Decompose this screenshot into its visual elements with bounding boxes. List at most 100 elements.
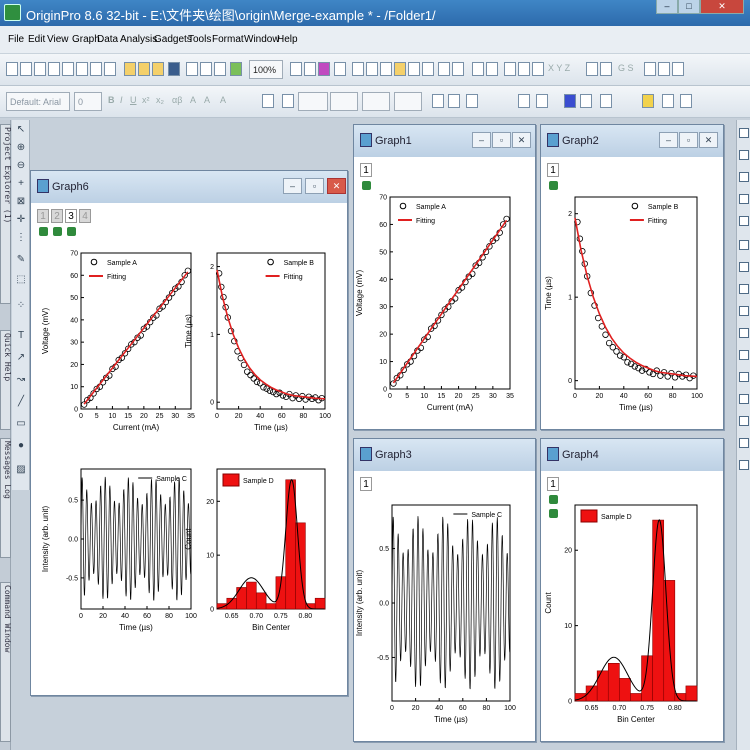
- open-template-icon[interactable]: [138, 62, 150, 76]
- code-builder-icon[interactable]: [334, 62, 346, 76]
- sum-icon[interactable]: [438, 62, 450, 76]
- quick-help-tab[interactable]: Quick Help: [0, 330, 12, 430]
- zoom-icon[interactable]: [680, 94, 692, 108]
- data-reader-icon[interactable]: ✛: [15, 214, 27, 226]
- new-project-icon[interactable]: [6, 62, 18, 76]
- greek-icon[interactable]: αβ: [172, 95, 182, 105]
- symbol-size-icon[interactable]: [448, 94, 460, 108]
- menu-data[interactable]: Data: [97, 34, 118, 45]
- group-icon[interactable]: [739, 438, 749, 448]
- layer-3-tab[interactable]: 3: [65, 209, 77, 223]
- set-column-values-icon[interactable]: [452, 62, 464, 76]
- menu-tools[interactable]: Tools: [188, 34, 211, 45]
- rescale-icon[interactable]: [536, 94, 548, 108]
- layer-4-tab[interactable]: 4: [79, 209, 91, 223]
- align-bottom-icon[interactable]: [739, 306, 749, 316]
- bar-plot-icon[interactable]: [518, 62, 530, 76]
- layer-1-tab[interactable]: 1: [547, 163, 559, 177]
- text-tool-icon[interactable]: T: [15, 330, 27, 342]
- close-button[interactable]: ✕: [512, 132, 531, 148]
- zoom-out-icon[interactable]: ⊖: [15, 160, 27, 172]
- animation-icon[interactable]: [642, 94, 654, 108]
- menu-view[interactable]: View: [47, 34, 69, 45]
- layer-icon[interactable]: [580, 94, 592, 108]
- line-width-select[interactable]: [330, 92, 358, 111]
- close-button[interactable]: ✕: [699, 132, 718, 148]
- graph6-window[interactable]: Graph6 – ▫ ✕ 1 2 3 4 0 5 10 15 20 25 30 35 0 10 20…: [30, 170, 348, 696]
- results-log-icon[interactable]: [366, 62, 378, 76]
- arrange-icon[interactable]: [600, 94, 612, 108]
- arrow-tool-icon[interactable]: ↗: [15, 352, 27, 364]
- graph3-window[interactable]: Graph3 1 0 20 40 60 80 100 -0.5 0.0 0.5 Time (µs)…: [353, 438, 536, 742]
- minimize-button[interactable]: –: [659, 132, 678, 148]
- frame-icon[interactable]: [662, 94, 674, 108]
- graph2-window[interactable]: Graph2 – ▫ ✕ 1 0 20 40 60 80 100 0 1 2 Time (µs) T…: [540, 124, 724, 430]
- new-worksheet-icon[interactable]: [20, 62, 32, 76]
- save-project-icon[interactable]: [168, 62, 180, 76]
- scatter-tool-icon[interactable]: ⁘: [15, 300, 27, 312]
- graph1-window[interactable]: Graph1 – ▫ ✕ 1 0 5 10 15 20 25 30 35 0 10 20 30 40 50…: [353, 124, 536, 430]
- refresh-icon[interactable]: [304, 62, 316, 76]
- front-icon[interactable]: [739, 394, 749, 404]
- graph4-window[interactable]: Graph4 1 0.65 0.70 0.75 0.80 0 10 20 Bin Center…: [540, 438, 724, 742]
- close-app-button[interactable]: ✕: [700, 0, 744, 14]
- import-wizard-icon[interactable]: [214, 62, 226, 76]
- table-icon[interactable]: [466, 94, 478, 108]
- restore-button[interactable]: ▫: [679, 132, 698, 148]
- open-icon[interactable]: [124, 62, 136, 76]
- clipboard-icon[interactable]: [518, 94, 530, 108]
- circle-tool-icon[interactable]: ●: [15, 440, 27, 452]
- print-icon[interactable]: [290, 62, 302, 76]
- menu-file[interactable]: File: [8, 34, 24, 45]
- graph6-titlebar[interactable]: Graph6 – ▫ ✕: [31, 171, 347, 203]
- command-window-icon[interactable]: [380, 62, 392, 76]
- graph4-titlebar[interactable]: Graph4: [541, 439, 723, 471]
- align-left-icon[interactable]: [739, 240, 749, 250]
- new-matrix-icon[interactable]: [48, 62, 60, 76]
- fill-color-icon[interactable]: [262, 94, 274, 108]
- disregard-icon[interactable]: [586, 62, 598, 76]
- font-select[interactable]: Default: Arial: [6, 92, 70, 111]
- layout-icon-1[interactable]: [739, 128, 749, 138]
- graph3-titlebar[interactable]: Graph3: [354, 439, 535, 471]
- pattern-width-select[interactable]: [394, 92, 422, 111]
- up-arrow-icon[interactable]: [672, 62, 684, 76]
- menu-gadgets[interactable]: Gadgets: [154, 34, 192, 45]
- right-arrow-icon[interactable]: [658, 62, 670, 76]
- line-plot-icon[interactable]: [504, 62, 516, 76]
- font-size-select[interactable]: 0: [74, 92, 102, 111]
- subscript-icon[interactable]: x₂: [156, 95, 164, 105]
- layer-2-tab[interactable]: 2: [51, 209, 63, 223]
- duplicate-icon[interactable]: [318, 62, 330, 76]
- draw-data-icon[interactable]: ✎: [15, 254, 27, 266]
- axis-designation-xyz[interactable]: X Y Z: [548, 63, 570, 73]
- curved-arrow-icon[interactable]: ↝: [15, 374, 27, 386]
- screen-reader-icon[interactable]: +: [15, 178, 27, 190]
- italic-icon[interactable]: I: [120, 95, 123, 105]
- layout-icon-3[interactable]: [739, 172, 749, 182]
- open-excel-icon[interactable]: [152, 62, 164, 76]
- pattern-select[interactable]: [362, 92, 390, 111]
- align-top-icon[interactable]: [739, 284, 749, 294]
- graph1-titlebar[interactable]: Graph1 – ▫ ✕: [354, 125, 535, 157]
- data-selector-icon[interactable]: ⊠: [15, 196, 27, 208]
- menu-format[interactable]: Format: [212, 34, 244, 45]
- restore-button[interactable]: ▫: [492, 132, 511, 148]
- new-graph-icon[interactable]: [34, 62, 46, 76]
- same-width-icon[interactable]: [739, 350, 749, 360]
- font-color-icon[interactable]: A: [220, 95, 226, 105]
- zoom-select[interactable]: 100%: [249, 60, 283, 79]
- align-center-icon[interactable]: [739, 328, 749, 338]
- close-button[interactable]: ✕: [327, 178, 346, 194]
- decrease-font-icon[interactable]: A: [204, 95, 210, 105]
- superscript-icon[interactable]: x²: [142, 95, 150, 105]
- layer-1-tab[interactable]: 1: [360, 163, 372, 177]
- back-icon[interactable]: [739, 416, 749, 426]
- graph2-titlebar[interactable]: Graph2 – ▫ ✕: [541, 125, 723, 157]
- messages-log-tab[interactable]: Messages Log: [0, 438, 12, 558]
- new-excel-icon[interactable]: [76, 62, 88, 76]
- import-multiple-icon[interactable]: [200, 62, 212, 76]
- increase-font-icon[interactable]: A: [190, 95, 196, 105]
- menu-window[interactable]: Window: [244, 34, 280, 45]
- import-ascii-icon[interactable]: [186, 62, 198, 76]
